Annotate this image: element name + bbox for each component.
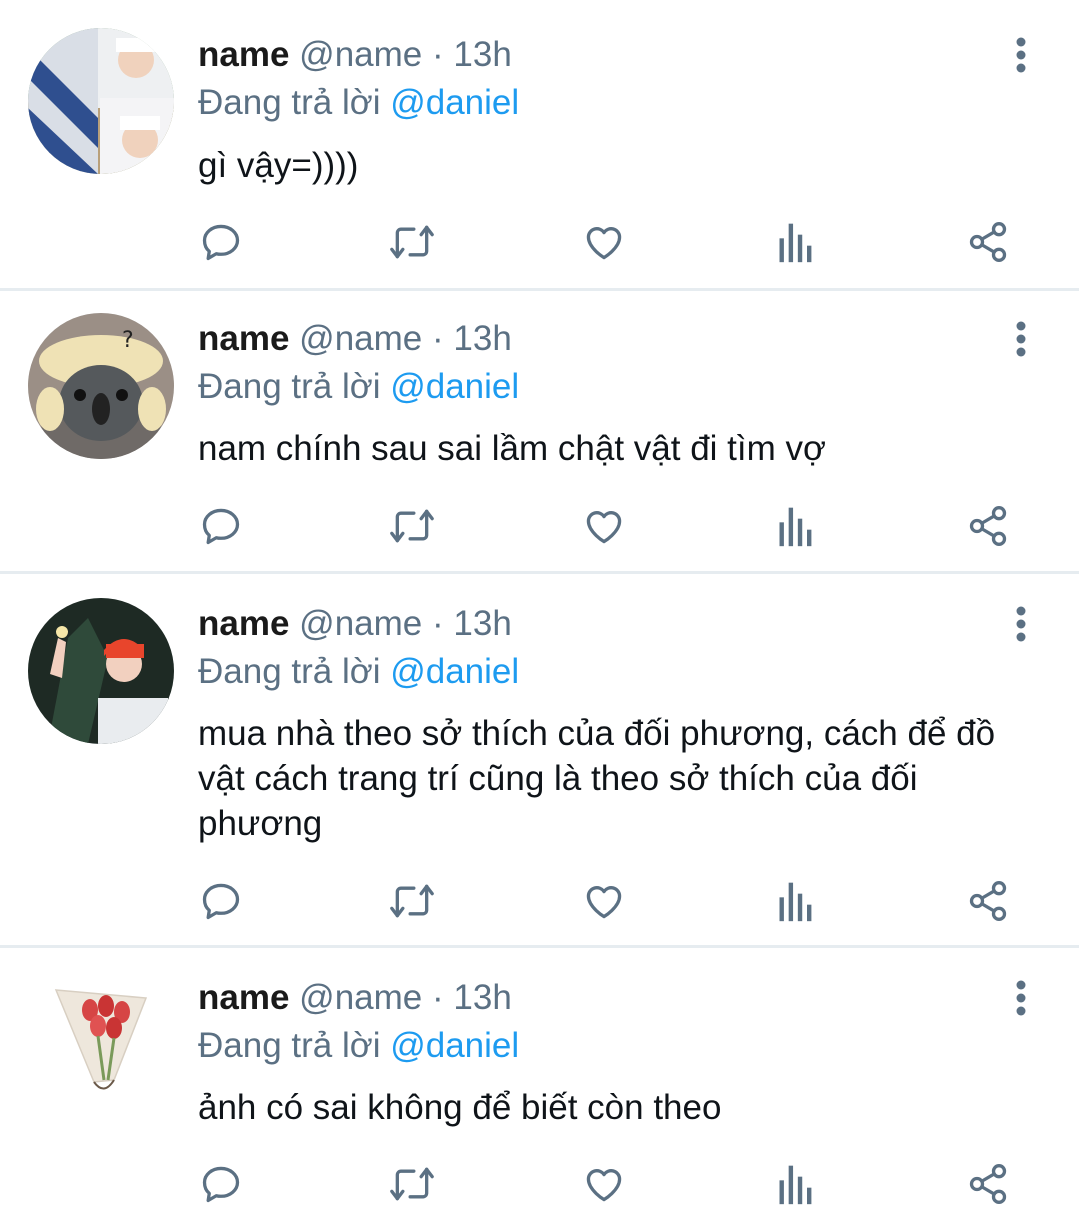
tweet[interactable]: name @name · 13h Đang trả lời @daniel gì…: [0, 0, 1079, 288]
mention-link[interactable]: @daniel: [390, 367, 519, 406]
retweet-icon[interactable]: [382, 871, 442, 931]
analytics-icon[interactable]: [766, 1154, 826, 1214]
timestamp[interactable]: 13h: [453, 35, 511, 74]
timestamp[interactable]: 13h: [453, 978, 511, 1017]
user-handle[interactable]: @name: [299, 35, 422, 74]
tweet-actions: [0, 1154, 1079, 1214]
share-icon[interactable]: [958, 496, 1018, 556]
separator-dot: ·: [432, 319, 444, 358]
tweet-text: nam chính sau sai lầm chật vật đi tìm vợ: [198, 429, 826, 468]
more-options-icon[interactable]: [1003, 31, 1039, 79]
tweet-text: gì vậy=)))): [198, 146, 359, 185]
separator-dot: ·: [432, 604, 444, 643]
user-handle[interactable]: @name: [299, 319, 422, 358]
more-options-icon[interactable]: [1003, 974, 1039, 1022]
avatar[interactable]: [28, 970, 174, 1116]
tweet-header: name @name · 13h: [198, 974, 512, 1022]
reply-icon[interactable]: [191, 871, 251, 931]
avatar[interactable]: [28, 598, 174, 744]
reply-icon[interactable]: [191, 1154, 251, 1214]
separator-dot: ·: [432, 35, 444, 74]
analytics-icon[interactable]: [766, 212, 826, 272]
like-icon[interactable]: [574, 496, 634, 556]
like-icon[interactable]: [574, 212, 634, 272]
replying-to: Đang trả lời @daniel: [198, 79, 519, 127]
replying-to-label: Đang trả lời: [198, 1026, 381, 1065]
replying-to: Đang trả lời @daniel: [198, 1022, 519, 1070]
share-icon[interactable]: [958, 871, 1018, 931]
svg-text:?: ?: [122, 328, 134, 353]
reply-icon[interactable]: [191, 496, 251, 556]
reply-icon[interactable]: [191, 212, 251, 272]
tweet-header: name @name · 13h: [198, 31, 512, 79]
tweet-header: name @name · 13h: [198, 315, 512, 363]
replying-to-label: Đang trả lời: [198, 367, 381, 406]
replying-to: Đang trả lời @daniel: [198, 648, 519, 696]
tweet-feed: name @name · 13h Đang trả lời @daniel gì…: [0, 0, 1079, 1217]
tweet-actions: [0, 212, 1079, 272]
tweet-actions: [0, 496, 1079, 556]
retweet-icon[interactable]: [382, 496, 442, 556]
tweet[interactable]: ? name @name · 13h Đang trả lời @daniel …: [0, 291, 1079, 571]
more-options-icon[interactable]: [1003, 315, 1039, 363]
tweet-text: mua nhà theo sở thích của đối phương, cá…: [198, 714, 996, 843]
analytics-icon[interactable]: [766, 496, 826, 556]
mention-link[interactable]: @daniel: [390, 83, 519, 122]
retweet-icon[interactable]: [382, 1154, 442, 1214]
display-name[interactable]: name: [198, 978, 289, 1017]
tweet[interactable]: name @name · 13h Đang trả lời @daniel ản…: [0, 948, 1079, 1217]
tweet-actions: [0, 871, 1079, 931]
avatar[interactable]: ?: [28, 313, 174, 459]
replying-to-label: Đang trả lời: [198, 652, 381, 691]
user-handle[interactable]: @name: [299, 978, 422, 1017]
separator-dot: ·: [432, 978, 444, 1017]
share-icon[interactable]: [958, 1154, 1018, 1214]
analytics-icon[interactable]: [766, 871, 826, 931]
replying-to-label: Đang trả lời: [198, 83, 381, 122]
mention-link[interactable]: @daniel: [390, 652, 519, 691]
retweet-icon[interactable]: [382, 212, 442, 272]
like-icon[interactable]: [574, 1154, 634, 1214]
tweet-header: name @name · 13h: [198, 600, 512, 648]
tweet[interactable]: name @name · 13h Đang trả lời @daniel mu…: [0, 574, 1079, 945]
replying-to: Đang trả lời @daniel: [198, 363, 519, 411]
tweet-text: ảnh có sai không để biết còn theo: [198, 1088, 722, 1127]
mention-link[interactable]: @daniel: [390, 1026, 519, 1065]
display-name[interactable]: name: [198, 319, 289, 358]
share-icon[interactable]: [958, 212, 1018, 272]
display-name[interactable]: name: [198, 35, 289, 74]
more-options-icon[interactable]: [1003, 600, 1039, 648]
timestamp[interactable]: 13h: [453, 604, 511, 643]
display-name[interactable]: name: [198, 604, 289, 643]
like-icon[interactable]: [574, 871, 634, 931]
avatar[interactable]: [28, 28, 174, 174]
timestamp[interactable]: 13h: [453, 319, 511, 358]
user-handle[interactable]: @name: [299, 604, 422, 643]
